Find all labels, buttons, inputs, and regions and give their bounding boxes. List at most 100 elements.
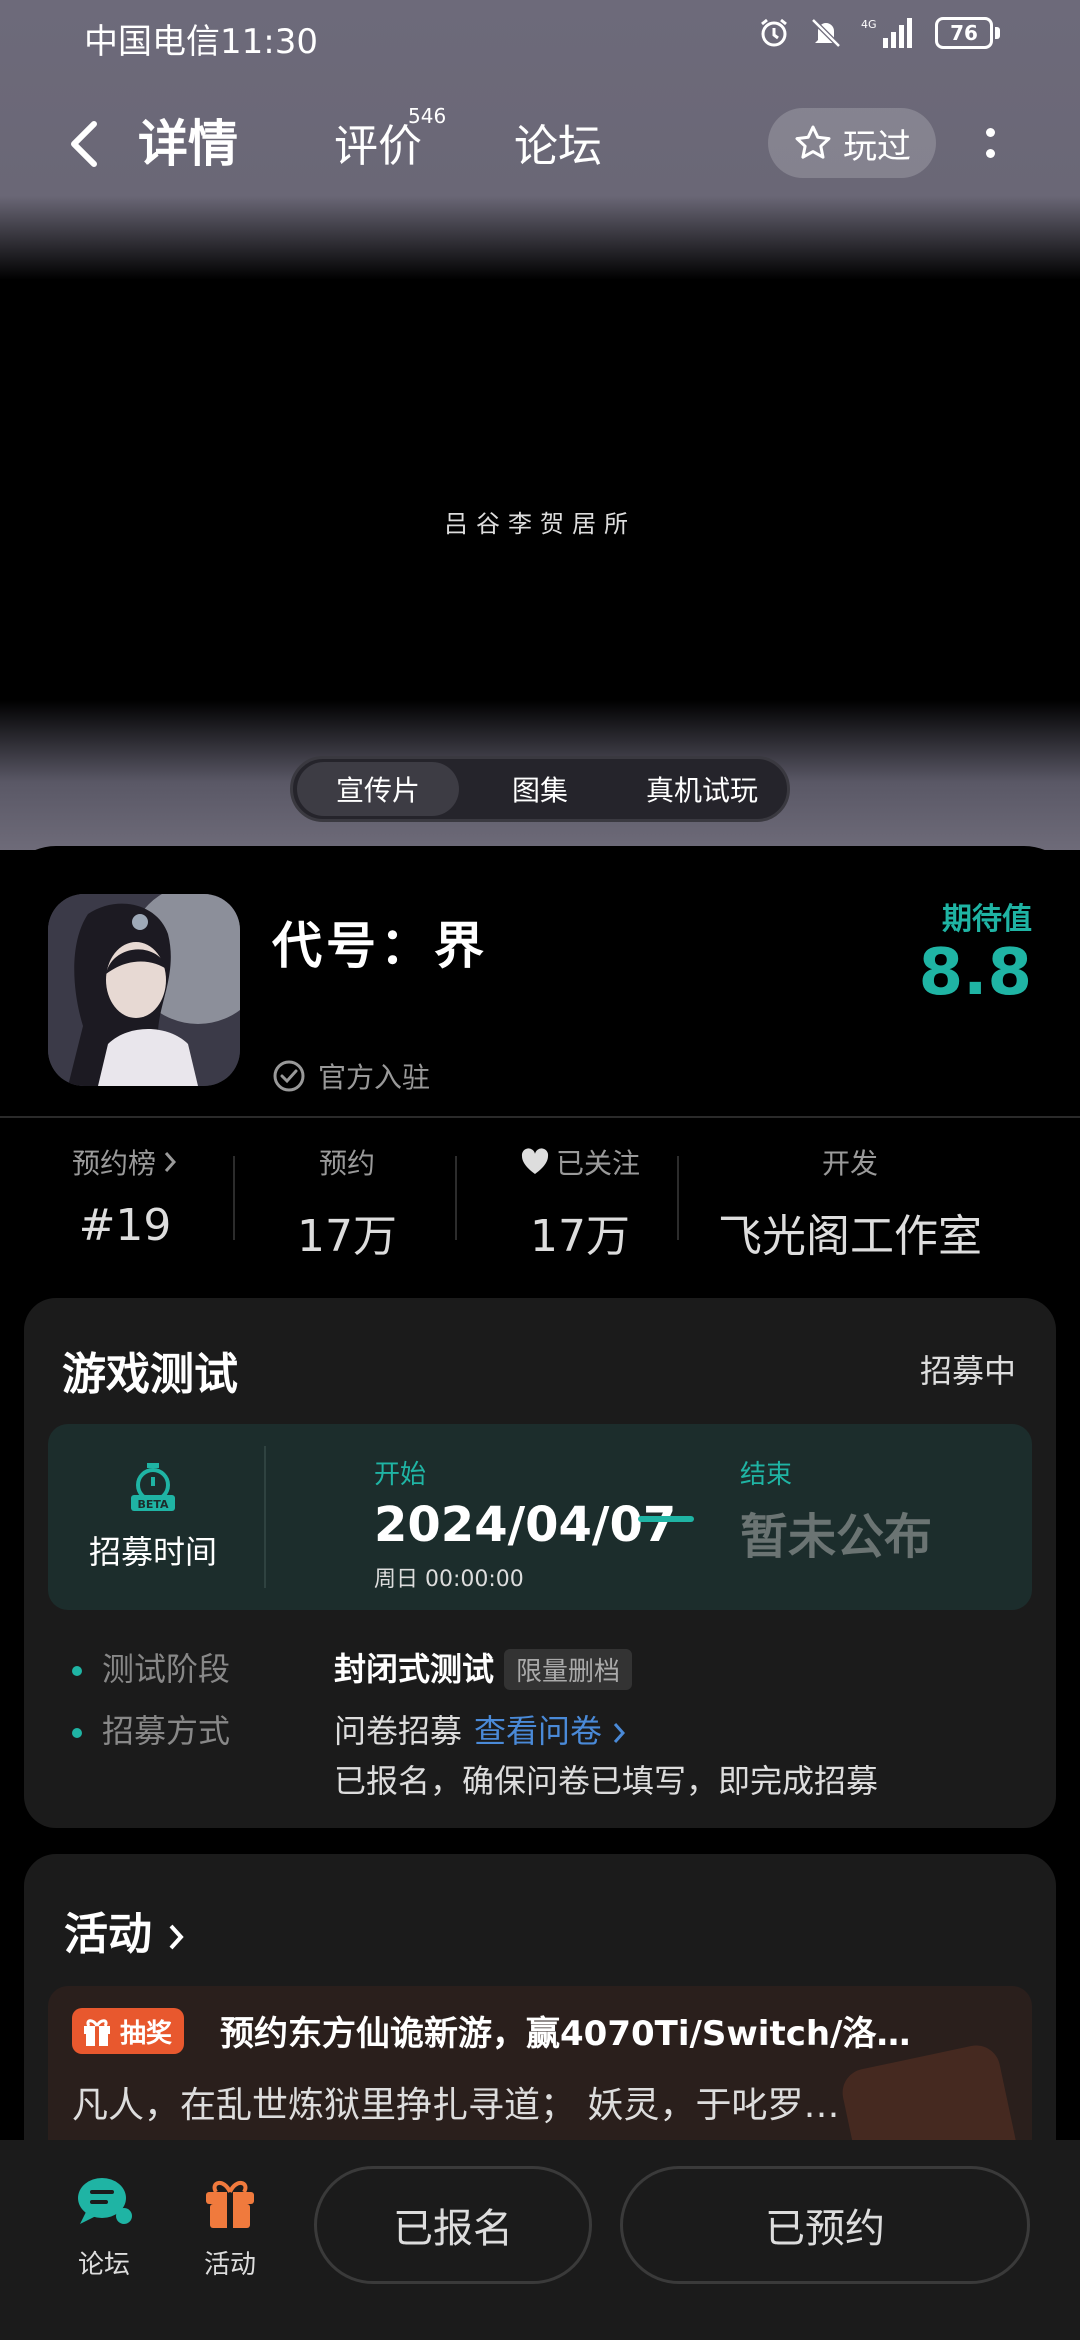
game-character-image: [48, 894, 240, 1086]
method-label: 招募方式: [102, 1712, 231, 1750]
video-caption: 吕谷李贺居所: [444, 510, 636, 538]
start-label: 开始: [374, 1460, 427, 1490]
stat-follow-label: 已关注: [555, 1147, 640, 1180]
lottery-label: 抽奖: [120, 2018, 173, 2049]
tab-review[interactable]: 评价 546: [334, 104, 446, 174]
stat-dev-label: 开发: [821, 1147, 878, 1180]
expect-label: 期待值: [942, 902, 1032, 937]
stat-follow[interactable]: 已关注 17万: [480, 1142, 680, 1264]
verified-label: 官方入驻: [318, 1061, 431, 1094]
chevron-right-icon: [164, 1152, 177, 1172]
more-button[interactable]: [970, 118, 1010, 168]
stat-rank-label: 预约榜: [71, 1147, 156, 1180]
star-icon: [795, 125, 831, 159]
stat-developer[interactable]: 开发 飞光阁工作室: [700, 1142, 1000, 1264]
signed-up-button[interactable]: 已报名: [314, 2166, 592, 2284]
expect-value: 8.8: [918, 936, 1032, 1010]
media-tab-gallery[interactable]: 图集: [459, 762, 621, 816]
stage-label: 测试阶段: [102, 1650, 231, 1688]
recruit-time-label: 招募时间: [88, 1533, 217, 1571]
stage-badge: 限量删档: [504, 1649, 633, 1690]
stats-row: 预约榜 #19 预约 17万 已关注 17万 开发 飞光阁工作室: [0, 1142, 1080, 1262]
more-dot-icon: [985, 149, 995, 158]
activity-item[interactable]: 抽奖 预约东方仙诡新游，赢4070Ti/Switch/洛… 凡人，在乱世炼狱里挣…: [48, 1986, 1032, 2146]
more-dot-icon: [985, 128, 995, 137]
chat-bubble-icon: [78, 2178, 132, 2224]
status-icons: 4G 76: [757, 16, 1000, 50]
activity-button[interactable]: 活动: [180, 2172, 280, 2281]
stage-value: 封闭式测试: [334, 1650, 495, 1688]
tab-forum-label: 论坛: [514, 121, 602, 172]
played-label: 玩过: [843, 126, 911, 167]
battery-level: 76: [935, 17, 993, 49]
activity-title-link[interactable]: 活动: [64, 1898, 185, 1962]
tab-review-label: 评价: [334, 121, 422, 172]
arrow-line: [638, 1516, 694, 1522]
activity-label: 活动: [203, 2250, 256, 2280]
view-survey-link[interactable]: 查看问卷: [474, 1712, 626, 1750]
stat-rank[interactable]: 预约榜 #19: [40, 1142, 210, 1251]
status-bar: 中国电信11:30 4G 76: [0, 0, 1080, 72]
media-tab-trailer[interactable]: 宣传片: [297, 762, 459, 816]
stage-row-label: 测试阶段: [72, 1644, 230, 1690]
recruit-time-box: BETA 招募时间 开始 2024/04/07 周日 00:00:00 结束 暂…: [48, 1424, 1032, 1610]
game-test-card: 游戏测试 招募中 BETA 招募时间 开始 2024/04/07 周日 00:0…: [24, 1298, 1056, 1828]
method-value-block: 问卷招募 查看问卷: [334, 1706, 626, 1752]
reserved-button[interactable]: 已预约: [620, 2166, 1030, 2284]
start-date: 2024/04/07: [374, 1497, 677, 1553]
activity-headline: 预约东方仙诡新游，赢4070Ti/Switch/洛…: [220, 2014, 911, 2054]
game-name: 代号：界: [272, 917, 488, 975]
divider: [0, 1116, 1080, 1118]
back-button[interactable]: [54, 114, 114, 174]
stat-reserve-value: 17万: [297, 1211, 397, 1262]
activity-title: 活动: [64, 1909, 152, 1960]
stat-separator: [233, 1156, 235, 1240]
gift-icon: [206, 2181, 254, 2228]
expect-score: 期待值 8.8: [919, 894, 1032, 1008]
method-row-label: 招募方式: [72, 1706, 230, 1752]
method-note: 已报名，确保问卷已填写，即完成招募: [334, 1762, 879, 1800]
end-value: 暂未公布: [740, 1509, 933, 1565]
detail-sheet: 代号：界 官方入驻 期待值 8.8 预约榜 #19 预约 17万 已关注 17万: [0, 846, 1080, 2146]
bullet-dot: [72, 1728, 82, 1738]
media-tab-gameplay[interactable]: 真机试玩: [621, 762, 783, 816]
start-time: 周日 00:00:00: [374, 1567, 524, 1592]
top-header: 中国电信11:30 4G 76 详情 评价 546 论坛 玩过: [0, 0, 1080, 280]
mute-bell-icon: [811, 18, 841, 48]
stat-reserve-label: 预约: [318, 1147, 375, 1180]
recruit-separator: [264, 1446, 266, 1588]
game-icon: [48, 894, 240, 1086]
stat-separator: [455, 1156, 457, 1240]
stat-follow-value: 17万: [530, 1211, 630, 1262]
lottery-badge: 抽奖: [72, 2008, 185, 2054]
heart-icon: [521, 1148, 549, 1174]
stat-dev-value: 飞光阁工作室: [718, 1211, 982, 1262]
stat-separator: [677, 1156, 679, 1240]
end-label: 结束: [740, 1460, 793, 1490]
svg-text:4G: 4G: [861, 18, 877, 31]
video-player[interactable]: 吕谷李贺居所: [0, 280, 1080, 710]
alarm-icon: [761, 18, 787, 47]
beta-timer-icon: BETA: [131, 1463, 175, 1511]
bullet-dot: [72, 1666, 82, 1676]
activity-card: 活动 抽奖 预约东方仙诡新游，赢4070Ti/Switch/洛… 凡人，在乱世炼…: [24, 1854, 1056, 2146]
review-count: 546: [408, 104, 447, 128]
tab-detail[interactable]: 详情: [134, 104, 242, 176]
recruit-time-label-block: BETA 招募时间: [48, 1424, 258, 1610]
signal-icon: 4G: [861, 18, 912, 48]
stage-value-block: 封闭式测试 限量删档: [334, 1644, 633, 1690]
media-tabs: 宣传片 图集 真机试玩: [290, 756, 790, 822]
test-card-title: 游戏测试: [62, 1349, 238, 1400]
played-button[interactable]: 玩过: [768, 108, 936, 178]
check-circle-icon: [273, 1060, 305, 1092]
svg-text:BETA: BETA: [137, 1498, 169, 1511]
carrier-time: 中国电信11:30: [84, 22, 318, 62]
bottom-bar: 论坛 活动 已报名 已预约: [0, 2140, 1080, 2340]
test-card-status: 招募中: [919, 1352, 1016, 1390]
view-survey-label: 查看问卷: [474, 1712, 603, 1750]
forum-button[interactable]: 论坛: [54, 2172, 154, 2281]
tab-forum[interactable]: 论坛: [514, 110, 602, 174]
chevron-right-icon: [614, 1723, 626, 1743]
recruit-end: 结束 暂未公布: [740, 1454, 932, 1567]
stat-reserve: 预约 17万: [262, 1142, 432, 1264]
